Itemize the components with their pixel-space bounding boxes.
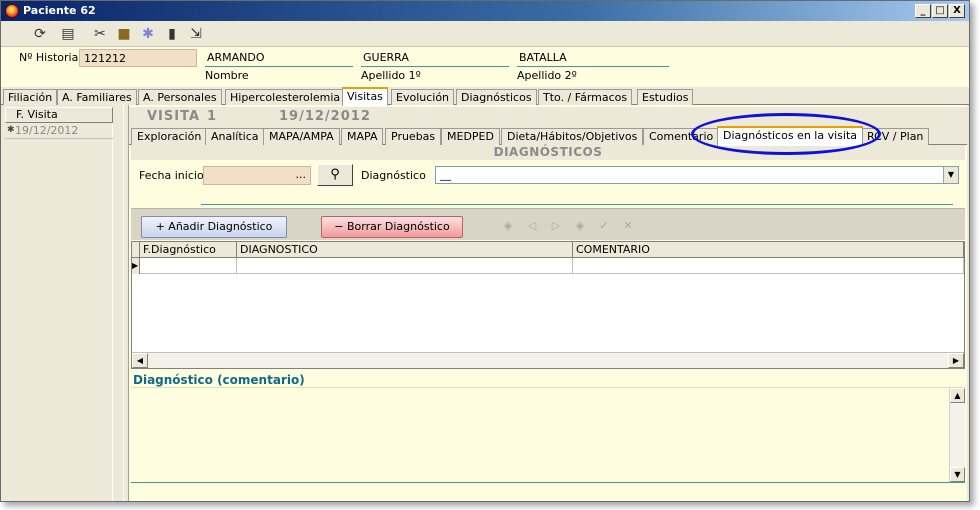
- scroll-left-icon[interactable]: ◀: [132, 353, 148, 368]
- row-marker-icon: ✱: [7, 125, 15, 135]
- grid-header-fecha[interactable]: F.Diagnóstico: [140, 242, 237, 258]
- visit-date-header: 19/12/2012: [279, 109, 371, 124]
- scroll-up-icon[interactable]: ▲: [950, 388, 965, 403]
- restore-button[interactable]: □: [932, 4, 948, 18]
- highlight-ellipse: [691, 113, 881, 155]
- subtab-mapa[interactable]: MAPA: [341, 128, 384, 145]
- tab-a-personales[interactable]: A. Personales: [138, 89, 222, 105]
- visit-row[interactable]: ✱ 19/12/2012: [5, 123, 113, 139]
- comment-vertical-scrollbar[interactable]: ▲ ▼: [949, 388, 965, 482]
- grid-header-diagnostico[interactable]: DIAGNOSTICO: [237, 242, 573, 258]
- main-tabs: Filiación A. Familiares A. Personales Hi…: [1, 87, 969, 106]
- diagnostico-label: Diagnóstico: [361, 169, 426, 182]
- visit-date: 19/12/2012: [15, 124, 79, 137]
- tab-a-familiares[interactable]: A. Familiares: [57, 89, 137, 105]
- binoculars-icon[interactable]: ⚲: [317, 164, 353, 186]
- tab-evolucion[interactable]: Evolución: [391, 89, 455, 105]
- visits-column-header[interactable]: F. Visita: [5, 107, 113, 123]
- tab-visitas[interactable]: Visitas: [342, 87, 388, 106]
- last-record-icon[interactable]: ◈: [573, 219, 587, 233]
- subtab-medped[interactable]: MEDPED: [441, 128, 500, 145]
- close-button[interactable]: X: [949, 4, 965, 18]
- confirm-icon[interactable]: ✓: [597, 219, 611, 233]
- row-pointer-icon: ▶: [132, 258, 140, 274]
- subtab-exploracion[interactable]: Exploración: [131, 128, 208, 145]
- puzzle-icon[interactable]: ✱: [139, 25, 157, 43]
- visit-panel: VISITA 1 19/12/2012 Exploración Analític…: [129, 105, 967, 501]
- fecha-inicio-label: Fecha inicio: [139, 169, 204, 182]
- apellido1-value: GUERRA: [361, 51, 509, 67]
- actions-bar: + Añadir Diagnóstico − Borrar Diagnóstic…: [131, 208, 965, 240]
- prev-record-icon[interactable]: ◁: [525, 219, 539, 233]
- diagnostico-select[interactable]: __ ▼: [435, 166, 959, 184]
- diagnostico-select-value: __: [440, 168, 451, 181]
- title-bar[interactable]: Paciente 62 _ □ X: [1, 1, 969, 21]
- tools-icon[interactable]: ✂: [91, 25, 109, 43]
- delete-diagnosis-button[interactable]: − Borrar Diagnóstico: [321, 216, 463, 238]
- briefcase-icon[interactable]: ■: [115, 25, 133, 43]
- exit-icon[interactable]: ⇲: [187, 25, 205, 43]
- diagnosis-grid: F.Diagnóstico DIAGNOSTICO COMENTARIO ▶ ◀…: [131, 241, 965, 369]
- apellido2-label: Apellido 2º: [517, 69, 577, 82]
- subtab-mapa-ampa[interactable]: MAPA/AMPA: [263, 128, 340, 145]
- subtab-analitica[interactable]: Analítica: [205, 128, 265, 145]
- comment-textarea[interactable]: ▲ ▼: [131, 387, 965, 483]
- tab-estudios[interactable]: Estudios: [637, 89, 694, 105]
- add-diagnosis-button[interactable]: + Añadir Diagnóstico: [141, 216, 287, 238]
- cancel-icon[interactable]: ✕: [621, 219, 635, 233]
- historia-label: Nº Historia: [19, 51, 79, 64]
- historia-field[interactable]: 121212: [79, 49, 197, 67]
- trash-icon[interactable]: ▮: [163, 25, 181, 43]
- grid-cell[interactable]: [140, 258, 237, 274]
- minimize-button[interactable]: _: [915, 4, 931, 18]
- next-record-icon[interactable]: ▷: [549, 219, 563, 233]
- subtab-dieta[interactable]: Dieta/Hábitos/Objetivos: [501, 128, 644, 145]
- window-title: Paciente 62: [23, 4, 96, 17]
- filters: Fecha inicio ... ⚲ Diagnóstico __ ▼: [131, 160, 965, 208]
- app-icon: [5, 4, 19, 18]
- apellido2-value: BATALLA: [517, 51, 669, 67]
- grid-cell[interactable]: [237, 258, 573, 274]
- visit-label: VISITA: [147, 109, 201, 124]
- grid-cell[interactable]: [573, 258, 964, 274]
- print-icon[interactable]: ▤: [59, 25, 77, 43]
- grid-header-comentario[interactable]: COMENTARIO: [573, 242, 964, 258]
- patient-header: Nº Historia 121212 ARMANDO Nombre GUERRA…: [1, 47, 969, 87]
- visits-list: F. Visita ✱ 19/12/2012: [5, 107, 113, 501]
- grid-corner: [132, 242, 140, 258]
- apellido1-label: Apellido 1º: [361, 69, 421, 82]
- subtab-pruebas[interactable]: Pruebas: [385, 128, 442, 145]
- grid-horizontal-scrollbar[interactable]: ◀ ▶: [132, 352, 964, 368]
- refresh-icon[interactable]: ⟳: [31, 25, 49, 43]
- patient-window: Paciente 62 _ □ X ⟳ ▤ ✂ ■ ✱ ▮ ⇲ Nº Histo…: [0, 0, 970, 502]
- scroll-right-icon[interactable]: ▶: [948, 353, 964, 368]
- nombre-value: ARMANDO: [205, 51, 353, 67]
- nombre-label: Nombre: [205, 69, 249, 82]
- visit-number: 1: [207, 109, 218, 124]
- toolbar: ⟳ ▤ ✂ ■ ✱ ▮ ⇲: [1, 21, 969, 47]
- tab-hipercolesterolemia[interactable]: Hipercolesterolemia: [225, 89, 346, 105]
- comment-title: Diagnóstico (comentario): [133, 373, 305, 387]
- chevron-down-icon[interactable]: ▼: [943, 167, 958, 183]
- scroll-down-icon[interactable]: ▼: [950, 467, 965, 482]
- fecha-inicio-field[interactable]: ...: [203, 166, 311, 185]
- tab-tto-farmacos[interactable]: Tto. / Fármacos: [538, 89, 633, 105]
- tab-filiacion[interactable]: Filiación: [3, 89, 58, 105]
- filters-divider: [201, 204, 953, 205]
- first-record-icon[interactable]: ◈: [501, 219, 515, 233]
- tab-diagnosticos[interactable]: Diagnósticos: [456, 89, 537, 105]
